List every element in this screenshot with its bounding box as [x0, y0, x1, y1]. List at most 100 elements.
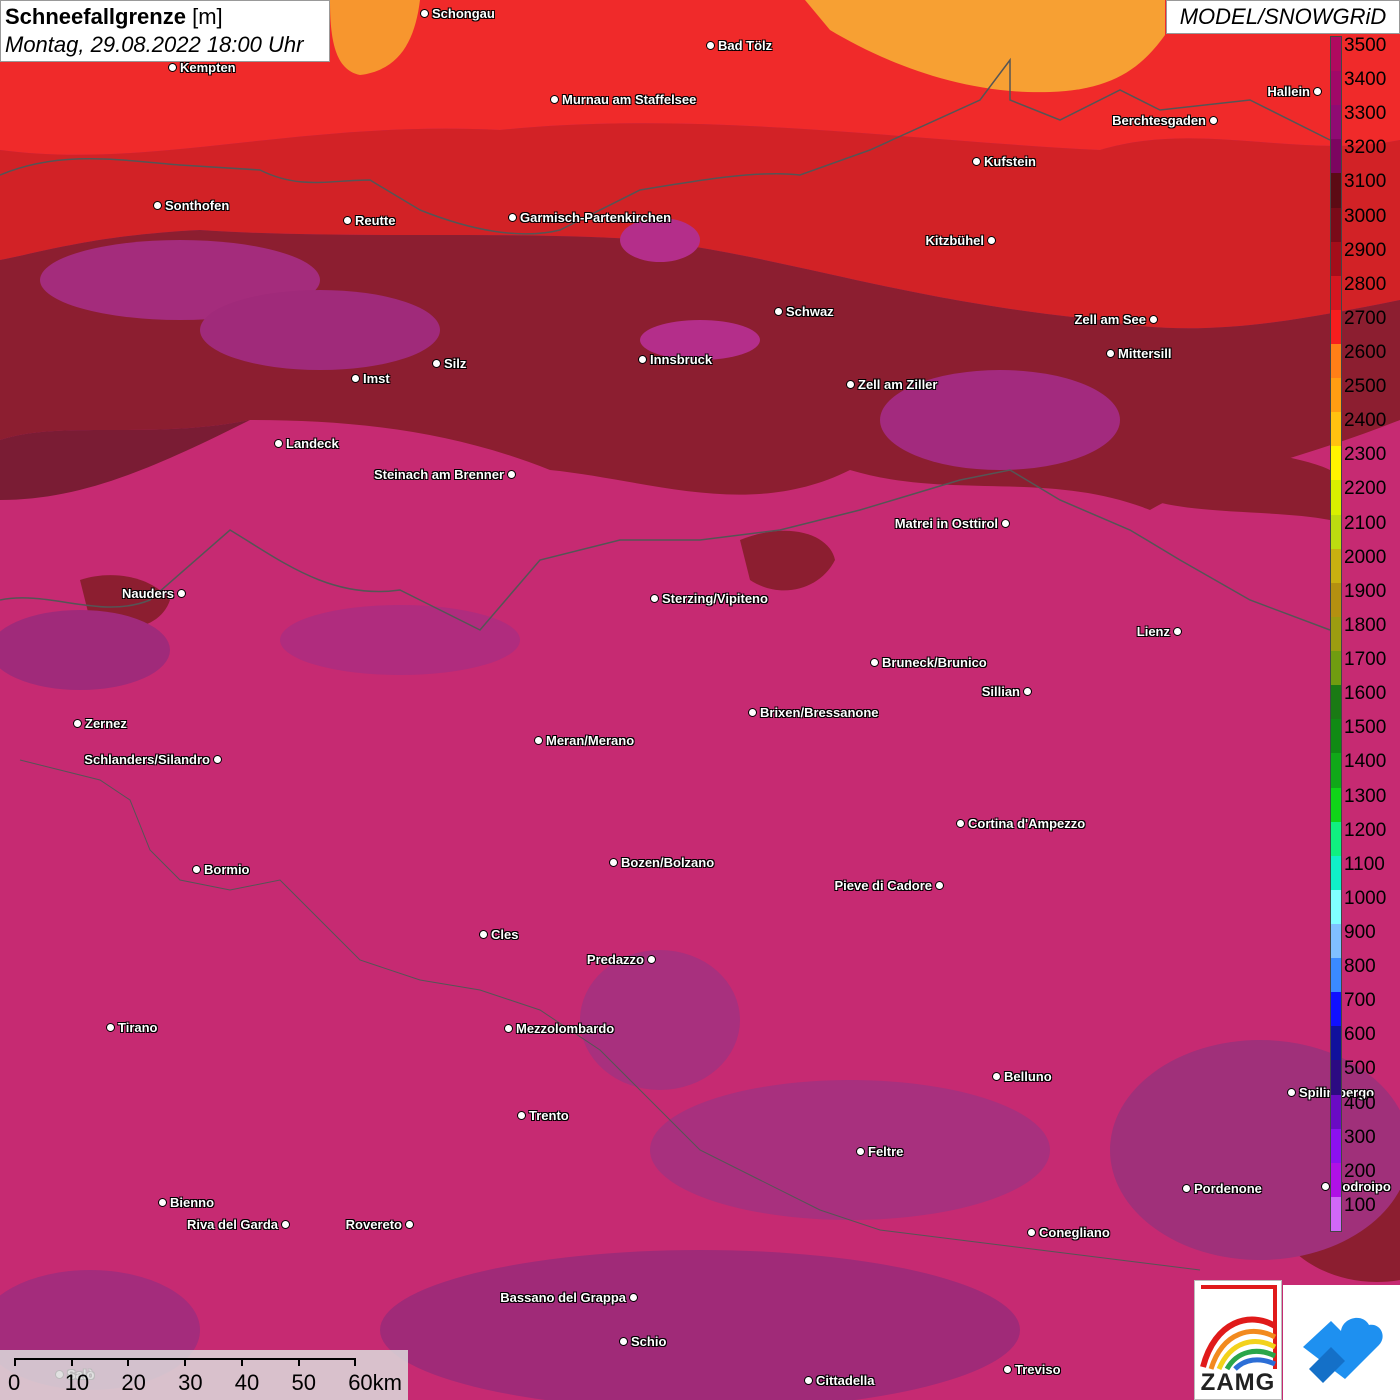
legend-label: 700 — [1344, 990, 1376, 1012]
legend-label: 1600 — [1344, 683, 1387, 705]
map-view[interactable]: Schneefallgrenze [m] Montag, 29.08.2022 … — [0, 0, 1400, 1400]
city-marker: Mezzolombardo — [504, 1021, 614, 1036]
city-marker: Sonthofen — [153, 198, 229, 213]
model-source-label: MODEL/SNOWGRiD — [1166, 0, 1400, 34]
city-marker: Landeck — [274, 436, 339, 451]
city-dot-icon — [192, 865, 201, 874]
legend-swatch — [1331, 514, 1341, 550]
city-label: Schongau — [432, 6, 495, 21]
scale-label: 10 — [64, 1370, 90, 1395]
legend-swatch — [1331, 787, 1341, 823]
city-marker: Murnau am Staffelsee — [550, 92, 696, 107]
legend-swatch — [1331, 855, 1341, 891]
legend-swatch — [1331, 753, 1341, 788]
city-marker: Zernez — [73, 716, 127, 731]
legend-swatch — [1331, 651, 1341, 686]
zamg-logo-text: ZAMG — [1200, 1369, 1276, 1396]
legend-label: 1800 — [1344, 614, 1387, 636]
city-label: Trento — [529, 1108, 569, 1123]
city-label: Tirano — [118, 1020, 158, 1035]
city-dot-icon — [1321, 1182, 1330, 1191]
city-label: Schwaz — [786, 304, 834, 319]
city-dot-icon — [956, 819, 965, 828]
city-marker: Bruneck/Brunico — [870, 655, 987, 670]
city-marker: Schwaz — [774, 304, 834, 319]
city-dot-icon — [1001, 519, 1010, 528]
city-marker: Meran/Merano — [534, 733, 634, 748]
legend-label: 1700 — [1344, 649, 1387, 671]
legend-swatch — [1331, 889, 1341, 925]
city-label: Innsbruck — [650, 352, 713, 367]
city-marker: Bassano del Grappa — [500, 1290, 638, 1305]
city-marker: Reutte — [343, 213, 395, 228]
city-marker: Schlanders/Silandro — [84, 752, 222, 767]
city-label: Landeck — [286, 436, 339, 451]
scale-label: 30 — [178, 1370, 203, 1395]
scale-tick — [127, 1358, 130, 1366]
city-marker: Cortina d'Ampezzo — [956, 816, 1085, 831]
city-marker: Lienz — [1137, 624, 1182, 639]
map-datetime: Montag, 29.08.2022 18:00 Uhr — [5, 32, 304, 57]
legend-swatch — [1331, 105, 1341, 140]
city-dot-icon — [1023, 687, 1032, 696]
legend-label: 3100 — [1344, 171, 1387, 193]
city-dot-icon — [1182, 1184, 1191, 1193]
legend-swatch — [1331, 446, 1341, 481]
legend-swatch — [1331, 992, 1341, 1027]
city-marker: Pieve di Cadore — [834, 878, 944, 893]
city-label: Bad Tölz — [718, 38, 773, 53]
city-marker: Tirano — [106, 1020, 158, 1035]
city-dot-icon — [935, 881, 944, 890]
city-marker: Belluno — [992, 1069, 1052, 1084]
legend-label: 500 — [1344, 1058, 1376, 1080]
legend-label: 2500 — [1344, 376, 1387, 398]
city-dot-icon — [609, 858, 618, 867]
zamg-logo: ZAMG — [1194, 1280, 1282, 1400]
legend-swatch — [1331, 173, 1341, 209]
city-label: Cortina d'Ampezzo — [968, 816, 1086, 831]
city-dot-icon — [432, 359, 441, 368]
city-marker: Nauders — [122, 586, 186, 601]
city-label: Kitzbühel — [925, 233, 985, 248]
scale-tick — [240, 1358, 243, 1366]
city-label: Kufstein — [984, 154, 1036, 169]
city-dot-icon — [972, 157, 981, 166]
city-dot-icon — [774, 307, 783, 316]
legend-label: 3300 — [1344, 103, 1387, 125]
city-label: Sillian — [981, 684, 1020, 699]
city-label: Lienz — [1136, 624, 1170, 639]
city-marker: Bormio — [192, 862, 250, 877]
city-dot-icon — [73, 719, 82, 728]
city-label: Kempten — [180, 60, 236, 75]
legend-label: 800 — [1344, 956, 1376, 978]
legend-swatch — [1331, 1196, 1341, 1232]
city-dot-icon — [177, 589, 186, 598]
city-dot-icon — [106, 1023, 115, 1032]
city-label: Brixen/Bressanone — [760, 705, 879, 720]
city-marker: Conegliano — [1027, 1225, 1110, 1240]
city-dot-icon — [638, 355, 647, 364]
city-marker: Mittersill — [1106, 346, 1171, 361]
city-marker: Silz — [432, 356, 466, 371]
city-label: Hallein — [1267, 84, 1310, 99]
city-dot-icon — [507, 470, 516, 479]
city-label: Treviso — [1015, 1362, 1061, 1377]
scale-tick — [70, 1358, 73, 1366]
legend-swatch — [1331, 821, 1341, 857]
city-label: Pieve di Cadore — [834, 878, 932, 893]
city-marker: Schio — [619, 1334, 666, 1349]
city-label: Cittadella — [816, 1373, 875, 1388]
city-dot-icon — [168, 63, 177, 72]
city-marker: Zell am See — [1074, 312, 1158, 327]
city-marker: Sillian — [982, 684, 1032, 699]
city-marker: Steinach am Brenner — [374, 467, 516, 482]
legend-swatch — [1331, 275, 1341, 311]
legend-swatch — [1331, 1026, 1341, 1061]
legend-swatch — [1331, 616, 1341, 652]
city-marker: Kempten — [168, 60, 236, 75]
legend-label: 400 — [1344, 1092, 1376, 1114]
city-label: Bozen/Bolzano — [621, 855, 715, 870]
legend-label: 2100 — [1344, 512, 1387, 534]
city-dot-icon — [343, 216, 352, 225]
city-label: Schio — [631, 1334, 667, 1349]
